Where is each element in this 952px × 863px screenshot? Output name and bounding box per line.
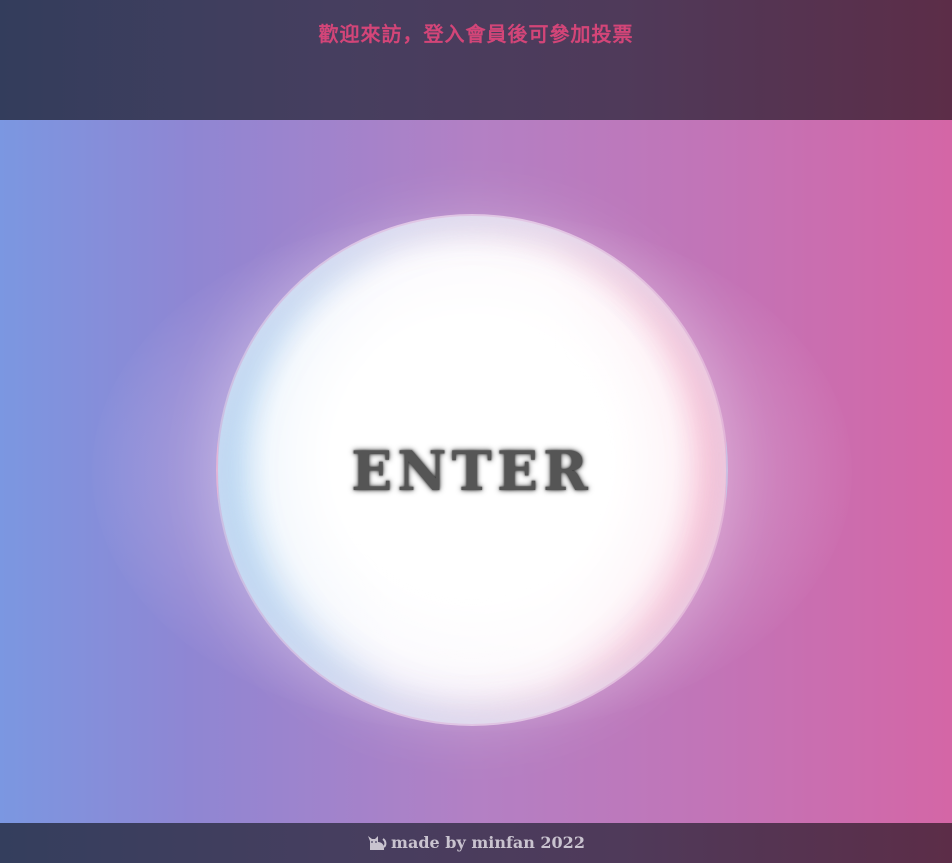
enter-button[interactable]: ENTER <box>216 214 728 726</box>
enter-label: ENTER <box>351 439 593 503</box>
footer-credit-text: made by minfan 2022 <box>391 833 585 852</box>
top-header-bar: 歡迎來訪，登入會員後可參加投票 <box>0 0 952 120</box>
footer-bar: made by minfan 2022 <box>0 823 952 863</box>
cat-icon <box>367 826 387 863</box>
main-stage: ENTER <box>0 120 952 823</box>
welcome-message: 歡迎來訪，登入會員後可參加投票 <box>318 22 634 46</box>
footer-credit: made by minfan 2022 <box>367 823 585 863</box>
